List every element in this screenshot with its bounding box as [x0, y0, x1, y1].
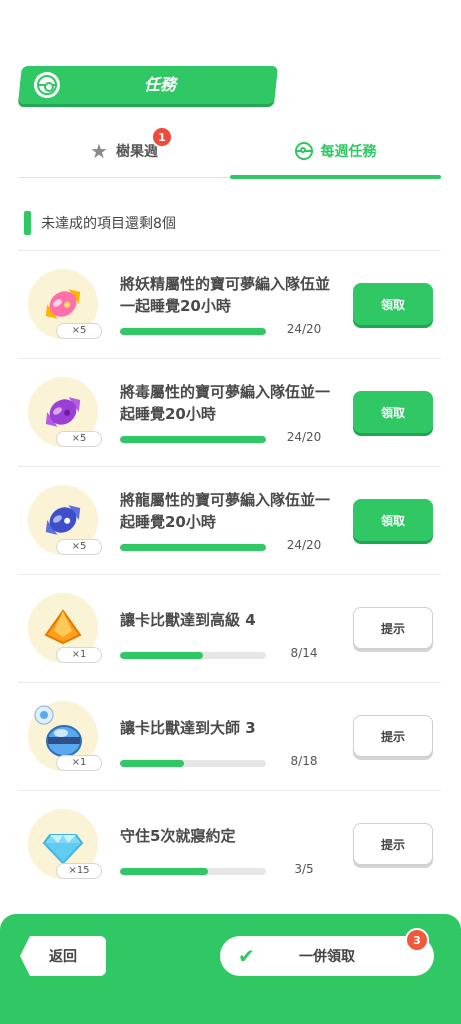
claim-button[interactable]: 領取	[353, 391, 433, 433]
mission-row: ×1 讓卡比獸達到高級 4 8/14 提示	[18, 574, 441, 683]
progress-fill	[120, 544, 266, 551]
mission-title: 讓卡比獸達到大師 3	[120, 719, 256, 737]
progress-bar	[120, 544, 266, 551]
progress-text: 3/5	[294, 862, 314, 876]
progress-fill	[120, 760, 185, 767]
mission-title: 將妖精屬性的寶可夢編入隊伍並一起睡覺20小時	[120, 275, 331, 315]
mission-title: 將毒屬性的寶可夢編入隊伍並一起睡覺20小時	[120, 383, 331, 423]
back-button[interactable]: 返回	[20, 936, 106, 976]
reward-quantity: ×15	[56, 863, 102, 879]
section-marker	[24, 211, 31, 235]
pokeball-icon	[294, 142, 313, 160]
progress-fill	[120, 652, 204, 659]
progress-fill	[120, 436, 266, 443]
progress-fill	[120, 328, 266, 335]
claim-all-button[interactable]: ✔ 一併領取	[220, 936, 434, 976]
tab-active-indicator	[230, 175, 441, 179]
remaining-text: 未達成的項目還剩8個	[41, 216, 176, 232]
tab-weekly-missions[interactable]: 每週任務	[230, 126, 441, 176]
star-icon: ★	[90, 139, 108, 163]
pokeball-icon	[34, 72, 60, 98]
hint-button[interactable]: 提示	[353, 715, 433, 757]
progress-text: 24/20	[286, 538, 322, 552]
claim-button[interactable]: 領取	[353, 499, 433, 541]
progress-bar	[120, 868, 266, 875]
tab-bar: ★ 樹果週 1 每週任務	[18, 126, 441, 180]
progress-bar	[120, 436, 266, 443]
remaining-count: 未達成的項目還剩8個	[24, 210, 176, 236]
tab-label: 每週任務	[320, 144, 377, 160]
mission-row: ×5 將妖精屬性的寶可夢編入隊伍並一起睡覺20小時 24/20 領取	[18, 250, 441, 359]
reward-quantity: ×5	[56, 431, 102, 447]
page-title: 任務	[143, 75, 176, 94]
mission-row: ×5 將毒屬性的寶可夢編入隊伍並一起睡覺20小時 24/20 領取	[18, 358, 441, 467]
mission-title: 守住5次就寢約定	[120, 827, 236, 845]
hint-button[interactable]: 提示	[353, 607, 433, 649]
progress-bar	[120, 652, 266, 659]
progress-text: 8/14	[290, 646, 318, 660]
progress-text: 8/18	[290, 754, 318, 768]
notification-badge: 1	[151, 126, 173, 148]
claim-all-badge: 3	[405, 928, 429, 952]
mission-row: ×5 將龍屬性的寶可夢編入隊伍並一起睡覺20小時 24/20 領取	[18, 466, 441, 575]
progress-text: 24/20	[286, 322, 322, 336]
progress-bar	[120, 760, 266, 767]
hint-button[interactable]: 提示	[353, 823, 433, 865]
reward-quantity: ×5	[56, 539, 102, 555]
mission-row: ×1 讓卡比獸達到大師 3 8/18 提示	[18, 682, 441, 791]
progress-text: 24/20	[286, 430, 322, 444]
reward-quantity: ×1	[56, 755, 102, 771]
mission-title: 將龍屬性的寶可夢編入隊伍並一起睡覺20小時	[120, 491, 331, 531]
progress-bar	[120, 328, 266, 335]
claim-button[interactable]: 領取	[353, 283, 433, 325]
mission-row: ×15 守住5次就寢約定 3/5 提示	[18, 790, 441, 899]
reward-quantity: ×5	[56, 323, 102, 339]
tab-label: 樹果週	[116, 144, 158, 160]
mission-title: 讓卡比獸達到高級 4	[120, 611, 256, 629]
claim-all-label: 一併領取	[299, 949, 355, 965]
tab-berry-week[interactable]: ★ 樹果週	[18, 126, 230, 176]
progress-fill	[120, 868, 208, 875]
reward-quantity: ×1	[56, 647, 102, 663]
